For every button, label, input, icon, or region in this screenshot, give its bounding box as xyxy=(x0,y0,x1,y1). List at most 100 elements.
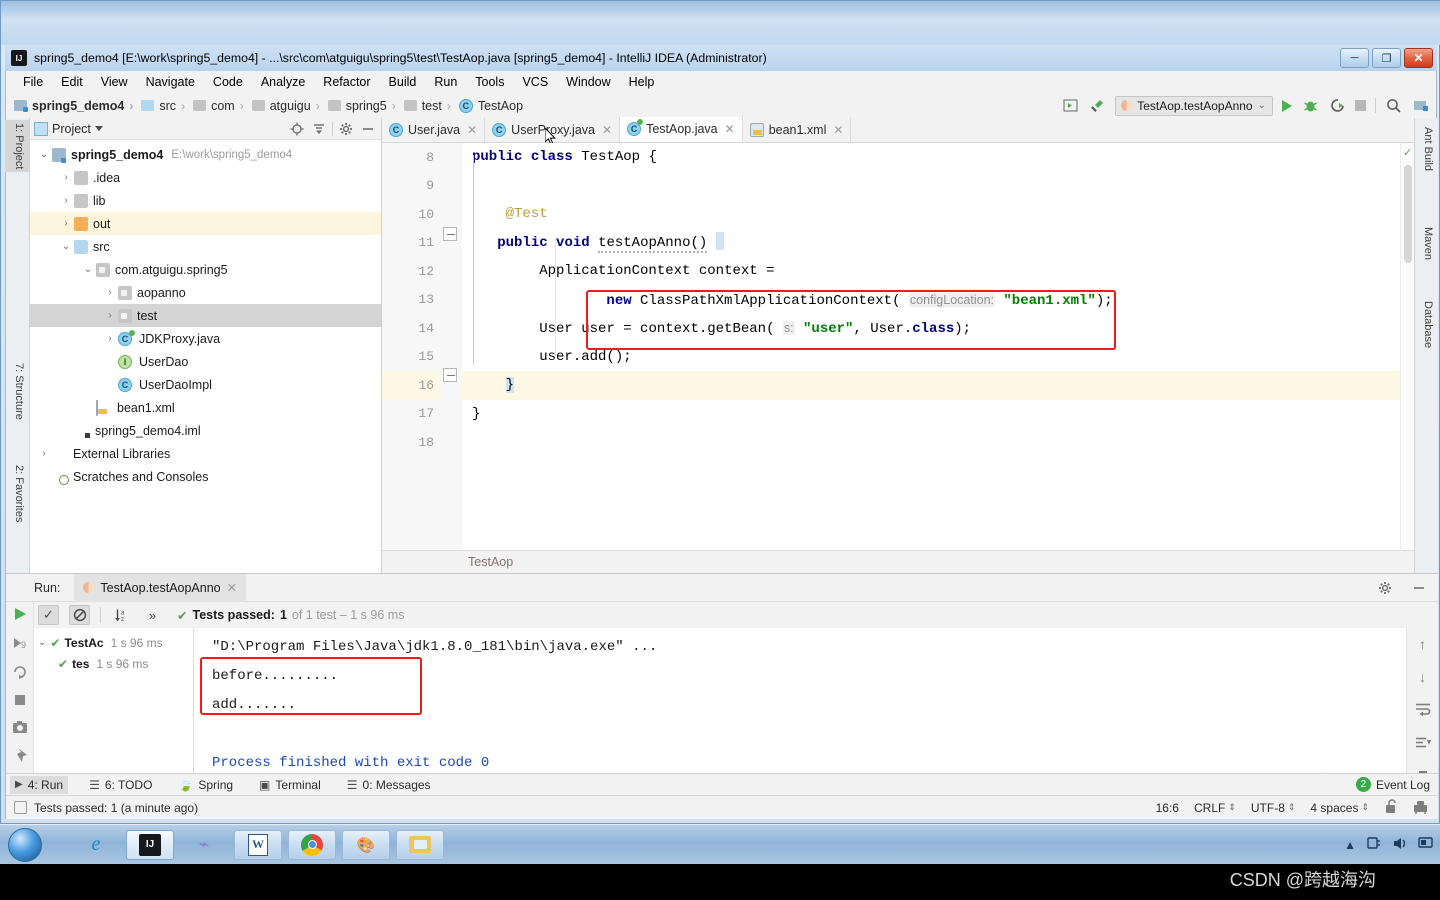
run-tab-testaop[interactable]: TestAop.testAopAnno ✕ xyxy=(74,573,247,602)
show-passed-button[interactable]: ✓ xyxy=(38,605,59,625)
debug-button[interactable] xyxy=(1301,97,1319,115)
close-icon[interactable]: ✕ xyxy=(227,580,237,595)
close-button[interactable]: ✕ xyxy=(1404,48,1433,68)
tree-node-jdkproxy[interactable]: › C JDKProxy.java xyxy=(30,327,381,350)
sidebar-item-maven[interactable]: Maven xyxy=(1414,224,1438,263)
minimize-icon[interactable] xyxy=(1410,579,1428,597)
tree-node-aopanno[interactable]: › aopanno xyxy=(30,281,381,304)
chevron-down-icon[interactable]: ⌄ xyxy=(80,264,96,275)
sidebar-item-structure[interactable]: 7: Structure xyxy=(5,360,29,423)
more-options-button[interactable]: » xyxy=(142,605,163,625)
stop-icon[interactable] xyxy=(10,693,30,707)
menu-code[interactable]: Code xyxy=(204,73,252,91)
bottom-item-run[interactable]: ▶ 4: Run xyxy=(10,775,69,794)
tree-node-spring5-demo4[interactable]: ⌄ spring5_demo4 E:\work\spring5_demo4 xyxy=(30,143,381,166)
tree-node-out[interactable]: › out xyxy=(30,212,381,235)
taskbar-file-explorer[interactable] xyxy=(396,829,444,860)
menu-vcs[interactable]: VCS xyxy=(513,73,557,91)
run-button[interactable] xyxy=(1282,99,1292,112)
arrow-down-icon[interactable]: ↓ xyxy=(1419,669,1426,685)
run-with-coverage-button[interactable] xyxy=(1328,97,1346,115)
line-separator-selector[interactable]: CRLF ⇕ xyxy=(1194,801,1236,815)
bottom-item-todo[interactable]: ☰ 6: TODO xyxy=(84,776,157,794)
menu-navigate[interactable]: Navigate xyxy=(137,73,204,91)
editor-marker-bar[interactable]: ✓ xyxy=(1400,143,1414,550)
sort-alpha-button[interactable]: az xyxy=(111,605,132,625)
unlock-icon[interactable] xyxy=(1384,798,1398,817)
breadcrumb-atguigu[interactable]: atguigu › xyxy=(250,99,326,113)
bottom-item-spring[interactable]: 🍃 Spring xyxy=(173,776,238,794)
test-tree-node-class[interactable]: ⌄ ✔ TestAc 1 s 96 ms xyxy=(34,632,193,653)
action-center-icon[interactable] xyxy=(1418,836,1434,854)
chevron-down-icon[interactable]: ⌄ xyxy=(38,637,46,648)
maximize-button[interactable]: ❐ xyxy=(1372,48,1401,68)
menu-analyze[interactable]: Analyze xyxy=(252,73,314,91)
taskbar-paint[interactable]: 🎨 xyxy=(342,829,390,860)
chevron-down-icon[interactable] xyxy=(94,126,103,131)
breadcrumb-spring5-demo4[interactable]: spring5_demo4 › xyxy=(12,99,139,113)
tree-node-userdao[interactable]: I UserDao xyxy=(30,350,381,373)
test-tree-node-method[interactable]: ✔ tes 1 s 96 ms xyxy=(34,653,193,674)
close-icon[interactable]: ✕ xyxy=(602,123,612,137)
tree-node-bean1-xml[interactable]: bean1.xml xyxy=(30,396,381,419)
sidebar-item-project[interactable]: 1: Project xyxy=(5,120,29,173)
tree-node-com-atguigu-spring5[interactable]: ⌄ com.atguigu.spring5 xyxy=(30,258,381,281)
chevron-right-icon[interactable]: › xyxy=(102,287,118,298)
gear-icon[interactable] xyxy=(1376,579,1394,597)
event-log-button[interactable]: 2 Event Log xyxy=(1355,777,1430,792)
menu-help[interactable]: Help xyxy=(620,73,664,91)
minimize-button[interactable]: ─ xyxy=(1340,48,1369,68)
build-hammer-icon[interactable] xyxy=(1088,97,1106,115)
menu-run[interactable]: Run xyxy=(425,73,466,91)
code-editor[interactable]: 8 9 10 11 12 13 14 15 16 17 18 public cl… xyxy=(382,143,1414,550)
arrow-up-icon[interactable]: ↑ xyxy=(1419,636,1426,652)
fold-region-end-icon[interactable] xyxy=(443,368,457,382)
rerun-icon[interactable] xyxy=(10,606,30,622)
menu-edit[interactable]: Edit xyxy=(52,73,92,91)
network-icon[interactable] xyxy=(1366,836,1382,854)
tab-bean1-xml[interactable]: bean1.xml ✕ xyxy=(743,117,852,142)
vcs-icon[interactable] xyxy=(1413,799,1428,817)
editor-fold-column[interactable] xyxy=(440,143,462,550)
chevron-right-icon[interactable]: › xyxy=(58,218,74,229)
hide-ignored-button[interactable] xyxy=(69,605,90,625)
menu-tools[interactable]: Tools xyxy=(466,73,513,91)
menu-window[interactable]: Window xyxy=(557,73,619,91)
taskbar-chrome[interactable] xyxy=(288,829,336,860)
select-in-icon[interactable] xyxy=(1061,97,1079,115)
chevron-right-icon[interactable]: › xyxy=(102,333,118,344)
breadcrumb-spring5[interactable]: spring5 › xyxy=(326,99,402,113)
code-text[interactable]: public class TestAop { @Test public void… xyxy=(462,143,1400,550)
menu-build[interactable]: Build xyxy=(380,73,426,91)
gear-icon[interactable] xyxy=(337,120,355,138)
scroll-to-end-icon[interactable] xyxy=(1415,736,1431,753)
chevron-right-icon[interactable]: › xyxy=(102,310,118,321)
tree-node-test[interactable]: › test xyxy=(30,304,381,327)
close-icon[interactable]: ✕ xyxy=(725,122,735,136)
close-icon[interactable]: ✕ xyxy=(833,123,843,137)
chevron-right-icon[interactable]: › xyxy=(58,172,74,183)
chevron-right-icon[interactable]: › xyxy=(36,448,52,459)
toggle-icon[interactable] xyxy=(10,747,30,763)
editor-gutter[interactable]: 8 9 10 11 12 13 14 15 16 17 18 xyxy=(382,143,463,550)
volume-icon[interactable] xyxy=(1392,836,1408,854)
menu-refactor[interactable]: Refactor xyxy=(314,73,379,91)
taskbar-word[interactable]: W xyxy=(234,829,282,860)
collapse-all-icon[interactable] xyxy=(310,120,328,138)
caret-position[interactable]: 16:6 xyxy=(1156,801,1179,815)
search-icon[interactable] xyxy=(1385,97,1403,115)
taskbar-intellij-idea[interactable]: IJ xyxy=(126,829,174,860)
chevron-down-icon[interactable]: ⌄ xyxy=(58,241,74,252)
tree-node-iml[interactable]: spring5_demo4.iml xyxy=(30,419,381,442)
tab-testaop-java[interactable]: C TestAop.java ✕ xyxy=(620,117,743,142)
encoding-selector[interactable]: UTF-8 ⇕ xyxy=(1251,801,1296,815)
tree-node-lib[interactable]: › lib xyxy=(30,189,381,212)
soft-wrap-icon[interactable] xyxy=(1415,702,1431,719)
breadcrumb-testaop[interactable]: C TestAop xyxy=(457,98,525,113)
sidebar-item-database[interactable]: Database xyxy=(1414,298,1438,351)
stop-button[interactable] xyxy=(1355,100,1366,111)
breadcrumb-com[interactable]: com › xyxy=(191,99,250,113)
chevron-down-icon[interactable]: ⌄ xyxy=(36,149,52,160)
close-icon[interactable]: ✕ xyxy=(467,123,477,137)
tab-user-java[interactable]: C User.java ✕ xyxy=(382,117,486,142)
